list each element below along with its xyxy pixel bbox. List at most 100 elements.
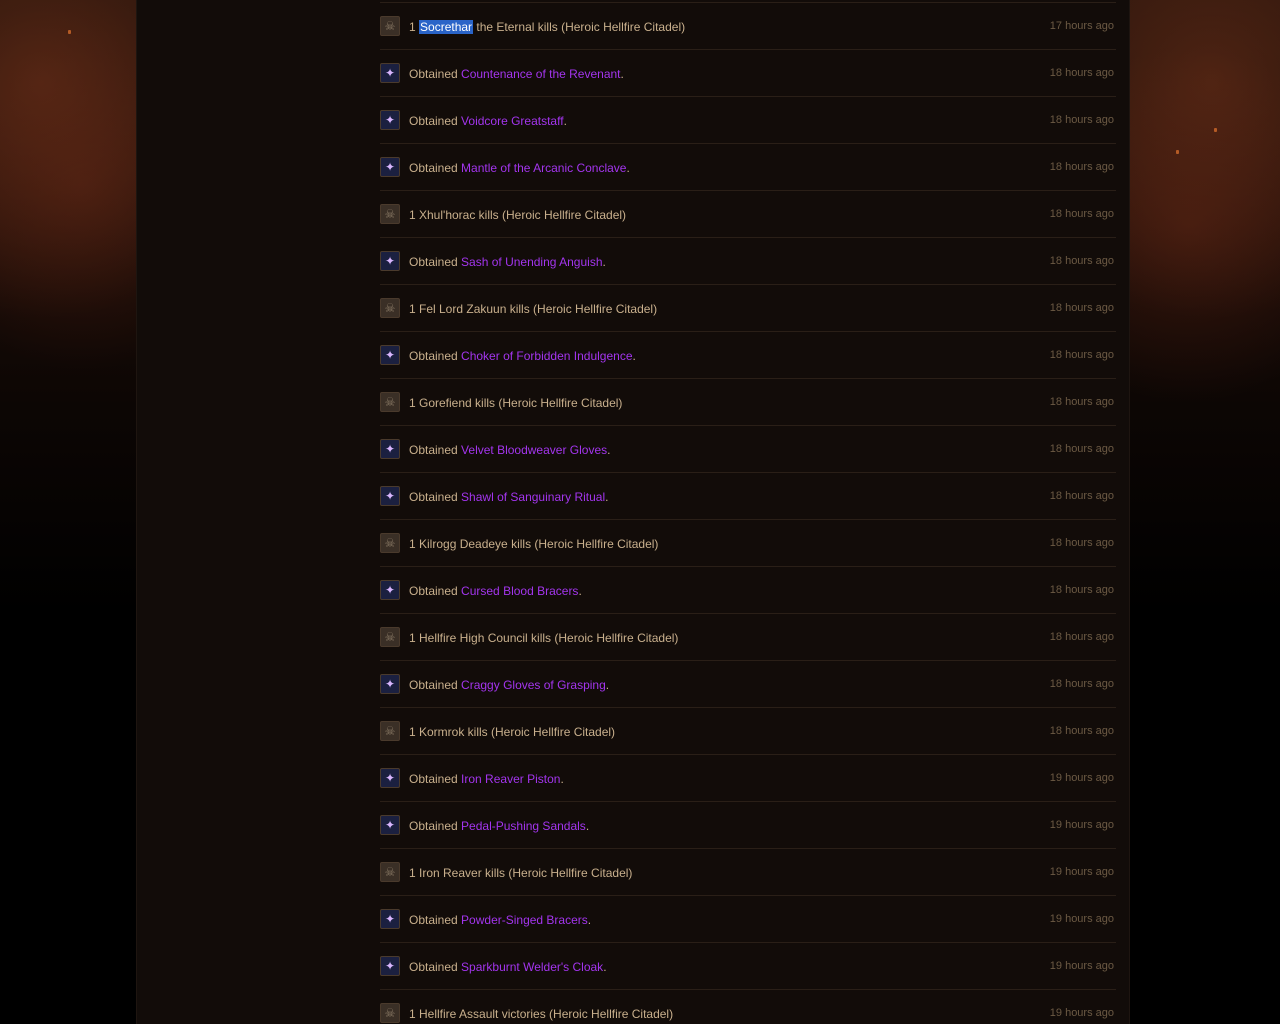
timestamp: 18 hours ago bbox=[1049, 537, 1114, 549]
feed-row-prefix: Obtained bbox=[409, 678, 462, 692]
feed-row-text: 1 Socrethar the Eternal kills (Heroic He… bbox=[409, 20, 685, 34]
item-icon[interactable]: ✦ bbox=[380, 580, 400, 600]
item-icon[interactable]: ✦ bbox=[380, 956, 400, 976]
feed-row-prefix: 1 Hellfire High Council kills (Heroic He… bbox=[409, 631, 679, 645]
feed-row-suffix: . bbox=[560, 772, 564, 786]
item-icon[interactable]: ✦ bbox=[380, 157, 400, 177]
feed-row-text: 1 Gorefiend kills (Heroic Hellfire Citad… bbox=[409, 396, 622, 410]
feed-row-kill: ☠ 1 Xhul'horac kills (Heroic Hellfire Cit… bbox=[380, 191, 1116, 238]
item-icon[interactable]: ✦ bbox=[380, 486, 400, 506]
feed-row-prefix: Obtained bbox=[409, 584, 462, 598]
activity-feed: ☠ 1 Socrethar the Eternal kills (Heroic H… bbox=[380, 0, 1116, 1024]
feed-row-prefix: Obtained bbox=[409, 114, 462, 128]
timestamp: 18 hours ago bbox=[1049, 161, 1114, 173]
feed-row-loot: ✦ Obtained Velvet Bloodweaver Gloves. 18 h… bbox=[380, 426, 1116, 473]
item-link[interactable]: Iron Reaver Piston bbox=[461, 772, 560, 786]
item-icon[interactable]: ✦ bbox=[380, 674, 400, 694]
feed-row-prefix: 1 Kilrogg Deadeye kills (Heroic Hellfire… bbox=[409, 537, 659, 551]
feed-row-prefix: 1 Fel Lord Zakuun kills (Heroic Hellfire… bbox=[409, 302, 658, 316]
feed-row-suffix: . bbox=[585, 819, 590, 833]
feed-row-suffix: . bbox=[607, 443, 611, 457]
feed-row-text: Obtained Choker of Forbidden Indulgence. bbox=[409, 349, 636, 363]
timestamp: 18 hours ago bbox=[1049, 490, 1114, 502]
feed-row-suffix: . bbox=[603, 960, 607, 974]
timestamp: 18 hours ago bbox=[1049, 67, 1114, 79]
feed-row-loot: ✦ Obtained Sparkburnt Welder's Cloak. 19 h… bbox=[380, 943, 1116, 990]
feed-row-kill: ☠ 1 Socrethar the Eternal kills (Heroic H… bbox=[380, 3, 1116, 50]
left-background-art bbox=[0, 0, 136, 1024]
feed-row-prefix: Obtained bbox=[409, 443, 462, 457]
item-link[interactable]: Sparkburnt Welder's Cloak bbox=[461, 960, 603, 974]
feed-row-text: Obtained Shawl of Sanguinary Ritual. bbox=[409, 490, 608, 504]
skull-icon: ☠ bbox=[380, 862, 400, 882]
feed-row-prefix: Obtained bbox=[409, 490, 462, 504]
item-link[interactable]: Mantle of the Arcanic Conclave bbox=[461, 161, 626, 175]
ember-decoration bbox=[1214, 128, 1217, 132]
item-link[interactable]: Cursed Blood Bracers bbox=[461, 584, 578, 598]
skull-icon: ☠ bbox=[380, 298, 400, 318]
feed-row-kill: ☠ 1 Gorefiend kills (Heroic Hellfire Cita… bbox=[380, 379, 1116, 426]
feed-row-suffix: . bbox=[578, 584, 582, 598]
item-link[interactable]: Sash of Unending Anguish bbox=[461, 255, 602, 269]
feed-row-text: 1 Fel Lord Zakuun kills (Heroic Hellfire… bbox=[409, 302, 657, 316]
boss-name-link[interactable]: Socrethar bbox=[419, 20, 474, 34]
skull-icon: ☠ bbox=[380, 16, 400, 36]
item-link[interactable]: Countenance of the Revenant bbox=[461, 67, 620, 81]
feed-row-kill: ☠ 1 Kormrok kills (Heroic Hellfire Citade… bbox=[380, 708, 1116, 755]
feed-row-suffix: . bbox=[605, 678, 610, 692]
item-link[interactable]: Voidcore Greatstaff bbox=[461, 114, 564, 128]
item-link[interactable]: Powder-Singed Bracers bbox=[461, 913, 588, 927]
right-background-art bbox=[1128, 0, 1280, 1024]
feed-row-text: Obtained Velvet Bloodweaver Gloves. bbox=[409, 443, 610, 457]
feed-row-prefix: Obtained bbox=[409, 349, 462, 363]
feed-row-suffix: . bbox=[563, 114, 567, 128]
item-link[interactable]: Shawl of Sanguinary Ritual bbox=[461, 490, 605, 504]
item-icon[interactable]: ✦ bbox=[380, 251, 400, 271]
feed-row-loot: ✦ Obtained Powder-Singed Bracers. 19 hours… bbox=[380, 896, 1116, 943]
feed-row-loot: ✦ Obtained Shawl of Sanguinary Ritual. 18 … bbox=[380, 473, 1116, 520]
feed-row-loot: ✦ Obtained Voidcore Greatstaff. 18 hours a… bbox=[380, 97, 1116, 144]
feed-row-kill: ☠ 1 Hellfire Assault victories (Heroic He… bbox=[380, 990, 1116, 1024]
item-link[interactable]: Velvet Bloodweaver Gloves bbox=[461, 443, 607, 457]
item-link[interactable]: Craggy Gloves of Grasping bbox=[461, 678, 606, 692]
timestamp: 18 hours ago bbox=[1049, 349, 1114, 361]
feed-row-loot: ✦ Obtained Craggy Gloves of Grasping. 18 h… bbox=[380, 661, 1116, 708]
feed-row-text: Obtained Cursed Blood Bracers. bbox=[409, 584, 582, 598]
item-icon[interactable]: ✦ bbox=[380, 110, 400, 130]
timestamp: 18 hours ago bbox=[1049, 725, 1114, 737]
feed-row-loot: ✦ Obtained Choker of Forbidden Indulgence… bbox=[380, 332, 1116, 379]
feed-row-text: Obtained Voidcore Greatstaff. bbox=[409, 114, 567, 128]
item-icon[interactable]: ✦ bbox=[380, 63, 400, 83]
item-icon[interactable]: ✦ bbox=[380, 345, 400, 365]
item-link[interactable]: Choker of Forbidden Indulgence bbox=[461, 349, 632, 363]
timestamp: 19 hours ago bbox=[1049, 772, 1114, 784]
feed-row-text: Obtained Sparkburnt Welder's Cloak. bbox=[409, 960, 607, 974]
feed-row-text: 1 Kilrogg Deadeye kills (Heroic Hellfire… bbox=[409, 537, 658, 551]
timestamp: 18 hours ago bbox=[1049, 255, 1114, 267]
ember-decoration bbox=[1176, 150, 1179, 154]
timestamp: 18 hours ago bbox=[1049, 396, 1114, 408]
feed-row-prefix: Obtained bbox=[409, 819, 462, 833]
item-icon[interactable]: ✦ bbox=[380, 768, 400, 788]
feed-row-prefix: Obtained bbox=[409, 772, 462, 786]
feed-row-prefix: 1 bbox=[409, 20, 420, 34]
feed-row-text: 1 Kormrok kills (Heroic Hellfire Citadel… bbox=[409, 725, 615, 739]
item-link[interactable]: Pedal-Pushing Sandals bbox=[461, 819, 586, 833]
item-icon[interactable]: ✦ bbox=[380, 909, 400, 929]
timestamp: 19 hours ago bbox=[1049, 913, 1114, 925]
feed-row-prefix: 1 Hellfire Assault victories (Heroic Hel… bbox=[409, 1007, 674, 1021]
feed-row-loot: ✦ Obtained Countenance of the Revenant. 18… bbox=[380, 50, 1116, 97]
feed-row-loot: ✦ Obtained Mantle of the Arcanic Conclave… bbox=[380, 144, 1116, 191]
feed-row-kill: ☠ 1 Hellfire High Council kills (Heroic H… bbox=[380, 614, 1116, 661]
item-icon[interactable]: ✦ bbox=[380, 439, 400, 459]
timestamp: 18 hours ago bbox=[1049, 631, 1114, 643]
skull-icon: ☠ bbox=[380, 1003, 400, 1023]
feed-row-suffix: . bbox=[620, 67, 624, 81]
feed-row-suffix: . bbox=[587, 913, 592, 927]
item-icon[interactable]: ✦ bbox=[380, 815, 400, 835]
skull-icon: ☠ bbox=[380, 721, 400, 741]
feed-row-kill: ☠ 1 Fel Lord Zakuun kills (Heroic Hellfir… bbox=[380, 285, 1116, 332]
feed-row-suffix: . bbox=[605, 490, 609, 504]
feed-row-suffix: . bbox=[632, 349, 636, 363]
feed-row-prefix: Obtained bbox=[409, 960, 462, 974]
